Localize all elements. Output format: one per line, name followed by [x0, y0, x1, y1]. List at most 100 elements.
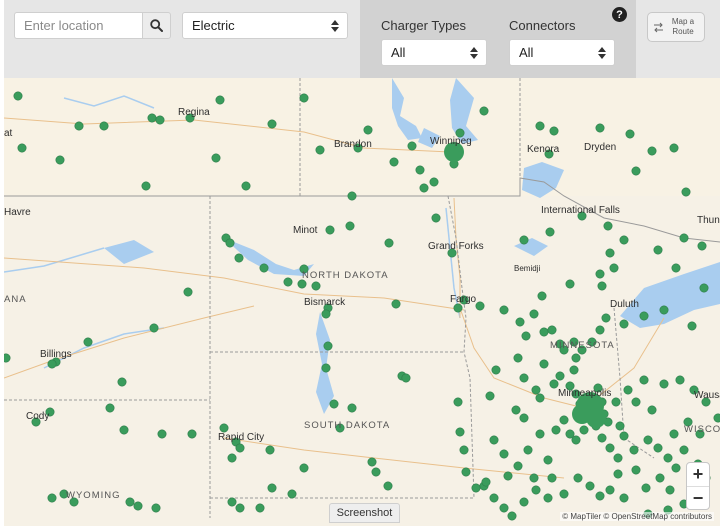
charging-station-marker[interactable] [499, 503, 509, 513]
charging-station-marker[interactable] [419, 183, 429, 193]
charging-station-marker[interactable] [481, 477, 491, 487]
charging-station-marker[interactable] [227, 497, 237, 507]
charging-station-marker[interactable] [681, 187, 691, 197]
charging-station-marker[interactable] [687, 321, 697, 331]
charging-station-marker[interactable] [507, 511, 517, 521]
charging-station-marker[interactable] [539, 327, 549, 337]
charging-station-marker[interactable] [605, 485, 615, 495]
charging-station-marker[interactable] [547, 473, 557, 483]
charging-station-marker[interactable] [697, 241, 707, 251]
charging-station-marker[interactable] [529, 309, 539, 319]
charging-station-marker[interactable] [643, 435, 653, 445]
charging-station-marker[interactable] [431, 213, 441, 223]
charging-station-marker[interactable] [489, 493, 499, 503]
charging-station-marker[interactable] [389, 157, 399, 167]
charging-station-marker[interactable] [595, 491, 605, 501]
charging-station-marker[interactable] [183, 287, 193, 297]
charging-station-marker[interactable] [597, 281, 607, 291]
charging-station-marker[interactable] [241, 181, 251, 191]
charging-station-marker[interactable] [499, 305, 509, 315]
charging-station-marker[interactable] [105, 403, 115, 413]
charging-station-marker[interactable] [549, 126, 559, 136]
charging-station-marker[interactable] [125, 497, 135, 507]
charging-station-marker[interactable] [345, 221, 355, 231]
charging-station-marker[interactable] [613, 453, 623, 463]
charging-station-marker[interactable] [211, 153, 221, 163]
charging-station-marker[interactable] [47, 359, 57, 369]
charging-station-marker[interactable] [663, 453, 673, 463]
charging-station-marker[interactable] [511, 405, 521, 415]
zoom-out-button[interactable]: − [687, 486, 709, 509]
charging-station-marker[interactable] [619, 493, 629, 503]
charging-station-marker[interactable] [655, 473, 665, 483]
charging-station-marker[interactable] [391, 299, 401, 309]
charging-station-marker[interactable] [611, 397, 621, 407]
charging-station-marker[interactable] [519, 373, 529, 383]
charging-station-marker[interactable] [585, 481, 595, 491]
charging-station-marker[interactable] [367, 457, 377, 467]
charging-station-marker[interactable] [475, 301, 485, 311]
charging-station-marker[interactable] [523, 445, 533, 455]
charging-station-marker[interactable] [537, 291, 547, 301]
charging-station-marker[interactable] [619, 431, 629, 441]
charging-station-marker[interactable] [569, 365, 579, 375]
charging-station-marker[interactable] [543, 493, 553, 503]
charging-station-marker[interactable] [453, 303, 463, 313]
charging-station-marker[interactable] [141, 181, 151, 191]
help-icon[interactable]: ? [612, 7, 627, 22]
charging-station-marker[interactable] [675, 375, 685, 385]
charging-station-marker[interactable] [297, 279, 307, 289]
zoom-in-button[interactable]: + [687, 463, 709, 486]
charging-station-marker[interactable] [503, 471, 513, 481]
charging-station-marker[interactable] [669, 143, 679, 153]
charging-station-marker[interactable] [83, 337, 93, 347]
charging-station-marker[interactable] [479, 106, 489, 116]
charging-station-marker[interactable] [519, 497, 529, 507]
charging-station-marker[interactable] [571, 353, 581, 363]
charging-station-marker[interactable] [535, 121, 545, 131]
charging-station-marker[interactable] [325, 225, 335, 235]
charging-station-marker[interactable] [669, 429, 679, 439]
charging-station-marker[interactable] [234, 253, 244, 263]
charging-station-marker[interactable] [513, 353, 523, 363]
charging-station-marker[interactable] [595, 123, 605, 133]
charging-station-marker[interactable] [549, 379, 559, 389]
charging-station-marker[interactable] [283, 277, 293, 287]
charging-station-marker[interactable] [219, 423, 229, 433]
charging-station-marker[interactable] [321, 309, 331, 319]
charging-station-marker[interactable] [315, 145, 325, 155]
charging-station-marker[interactable] [329, 399, 339, 409]
screenshot-tab[interactable]: Screenshot [329, 503, 400, 523]
charging-station-marker[interactable] [471, 483, 481, 493]
map-a-route-button[interactable]: Map a Route [647, 12, 705, 42]
charging-station-marker[interactable] [299, 463, 309, 473]
charging-station-marker[interactable] [459, 445, 469, 455]
charging-station-marker[interactable] [531, 385, 541, 395]
charging-station-marker[interactable] [605, 248, 615, 258]
charging-station-marker[interactable] [555, 371, 565, 381]
charging-station-marker[interactable] [187, 429, 197, 439]
charging-station-marker[interactable] [363, 125, 373, 135]
charging-station-marker[interactable] [151, 503, 161, 513]
charging-station-marker[interactable] [571, 435, 581, 445]
charging-station-marker[interactable] [491, 365, 501, 375]
charging-station-marker[interactable] [639, 375, 649, 385]
charging-station-marker[interactable] [407, 141, 417, 151]
charging-station-marker[interactable] [547, 325, 557, 335]
charging-station-marker[interactable] [647, 405, 657, 415]
charging-station-marker[interactable] [639, 311, 649, 321]
charging-station-marker[interactable] [625, 129, 635, 139]
charging-station-marker[interactable] [384, 238, 394, 248]
charging-station-marker[interactable] [531, 485, 541, 495]
charger-types-select[interactable]: All [381, 39, 487, 66]
charging-station-marker[interactable] [74, 121, 84, 131]
charging-station-marker[interactable] [713, 413, 720, 423]
charging-station-marker[interactable] [117, 377, 127, 387]
charging-station-marker[interactable] [225, 238, 235, 248]
charging-station-marker[interactable] [545, 227, 555, 237]
connectors-select[interactable]: All [509, 39, 615, 66]
charging-station-marker[interactable] [347, 191, 357, 201]
charging-station-marker[interactable] [47, 493, 57, 503]
charging-station-marker[interactable] [579, 425, 589, 435]
charging-station-marker[interactable] [603, 221, 613, 231]
